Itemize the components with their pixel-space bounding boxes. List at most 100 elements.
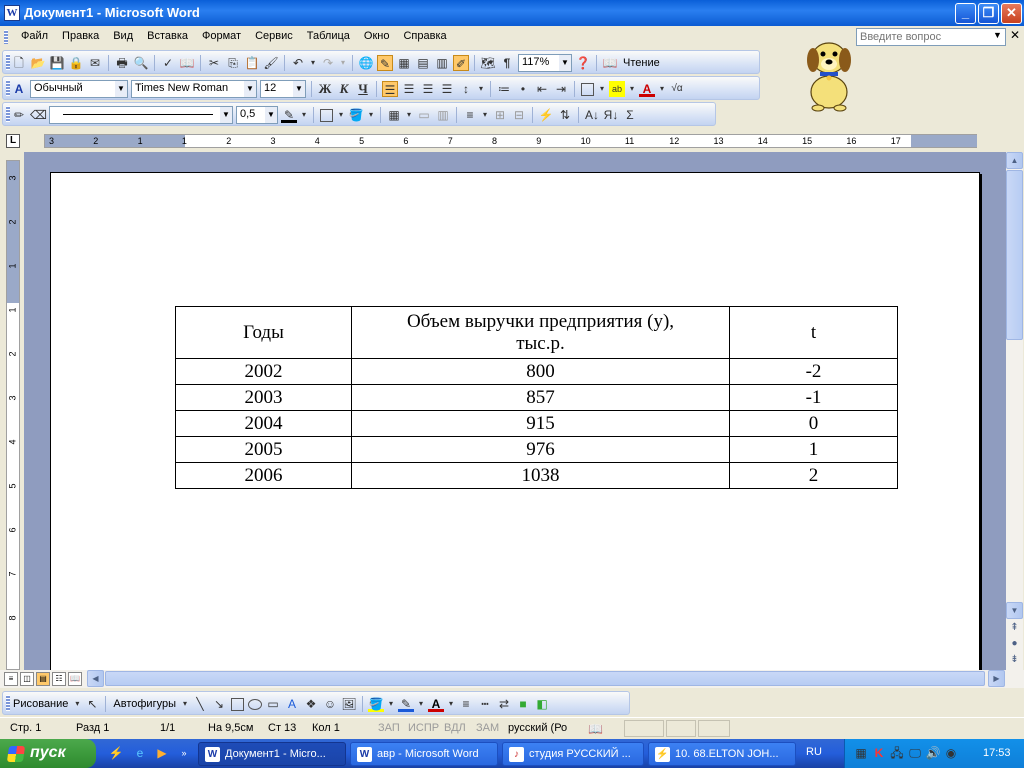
chevron-down-icon[interactable]: ▼ — [115, 81, 127, 97]
cut-icon[interactable]: ✂ — [206, 55, 222, 71]
line-spacing-dropdown-icon[interactable]: ▾ — [477, 81, 485, 97]
open-icon[interactable]: 📂 — [30, 55, 46, 71]
chevron-down-icon[interactable]: ▼ — [244, 81, 256, 97]
redo-icon[interactable]: ↷ — [320, 55, 336, 71]
draw-menu-dropdown-icon[interactable]: ▾ — [73, 696, 81, 712]
menu-item[interactable]: Правка — [55, 30, 106, 42]
spelling-icon[interactable]: ✓ — [160, 55, 176, 71]
bullets-icon[interactable]: • — [515, 81, 531, 97]
shading-icon[interactable]: 🪣 — [348, 107, 364, 123]
merge-cells-icon[interactable]: ▭ — [416, 107, 432, 123]
print-preview-icon[interactable]: 🔍 — [133, 55, 149, 71]
tray-kaspersky-icon[interactable]: K — [871, 745, 887, 761]
reading-icon[interactable]: 📖 — [602, 55, 618, 71]
next-page-icon[interactable]: ⇟ — [1006, 652, 1023, 669]
distribute-columns-icon[interactable]: ⊟ — [511, 107, 527, 123]
close-document-icon[interactable]: ✕ — [1010, 28, 1020, 42]
format-painter-icon[interactable]: 🖌 — [263, 55, 279, 71]
menu-item[interactable]: Справка — [396, 30, 453, 42]
insert-table-icon[interactable]: ▦ — [396, 55, 412, 71]
header-cell-t[interactable]: t — [729, 306, 898, 359]
outside-border-icon[interactable] — [320, 108, 333, 122]
internet-explorer-icon[interactable]: e — [132, 745, 148, 761]
menu-item[interactable]: Вид — [106, 30, 140, 42]
status-overtype[interactable]: ЗАМ — [476, 722, 499, 734]
autoshapes-dropdown-icon[interactable]: ▾ — [181, 696, 189, 712]
autosum-icon[interactable]: Σ — [622, 107, 638, 123]
print-layout-icon[interactable]: ▤ — [36, 672, 50, 686]
close-button[interactable]: ✕ — [1001, 3, 1022, 24]
table-cell[interactable]: 2002 — [175, 358, 352, 385]
start-button[interactable]: пуск — [0, 739, 96, 768]
clipart-icon[interactable]: ☺ — [322, 696, 338, 712]
document-map-icon[interactable]: 🗺 — [480, 55, 496, 71]
sort-descending-icon[interactable]: Я↓ — [603, 107, 619, 123]
tray-monitor-icon[interactable]: 🖵 — [907, 745, 923, 761]
styles-pane-icon[interactable]: A — [11, 81, 27, 97]
font-color-dropdown-icon[interactable]: ▾ — [658, 81, 666, 97]
border-color-dropdown-icon[interactable]: ▾ — [300, 107, 308, 123]
align-left-icon[interactable]: ☰ — [382, 81, 398, 97]
3d-style-icon[interactable]: ◧ — [534, 696, 550, 712]
drawing-icon[interactable]: ✐ — [453, 55, 469, 71]
horizontal-ruler[interactable]: 3 2 1 1 2 3 4 5 6 7 8 9 10 11 12 13 14 15 16 17 — [44, 134, 977, 148]
toolbar-grip[interactable] — [6, 106, 10, 122]
border-dropdown-icon[interactable]: ▾ — [598, 81, 606, 97]
select-objects-icon[interactable]: ↖ — [84, 696, 100, 712]
table-cell[interactable]: 1 — [729, 436, 898, 463]
insert-excel-icon[interactable]: ▤ — [415, 55, 431, 71]
toolbar-grip[interactable] — [6, 80, 10, 96]
save-icon[interactable]: 💾 — [49, 55, 65, 71]
italic-button[interactable]: К — [336, 81, 352, 97]
increase-indent-icon[interactable]: ⇥ — [553, 81, 569, 97]
fill-color-icon[interactable]: 🪣 — [368, 696, 384, 712]
shadow-style-icon[interactable]: ■ — [515, 696, 531, 712]
status-extend[interactable]: ВДЛ — [444, 722, 466, 734]
table-cell[interactable]: 2003 — [175, 384, 352, 411]
style-select[interactable]: Обычный ▼ — [30, 80, 128, 98]
pilcrow-icon[interactable]: ¶ — [499, 55, 515, 71]
help-question-input[interactable] — [856, 28, 1006, 46]
previous-page-icon[interactable]: ⇞ — [1006, 620, 1023, 637]
chevron-down-icon[interactable]: ▼ — [220, 107, 232, 123]
status-track-changes[interactable]: ИСПР — [408, 722, 439, 734]
tray-network-icon[interactable]: 🖧 — [889, 745, 905, 761]
arrow-style-icon[interactable]: ⇄ — [496, 696, 512, 712]
menu-item[interactable]: Окно — [357, 30, 397, 42]
diagram-icon[interactable]: ❖ — [303, 696, 319, 712]
table-cell[interactable]: 2 — [729, 462, 898, 489]
status-language[interactable]: русский (Ро — [508, 722, 567, 734]
oval-icon[interactable] — [248, 698, 262, 710]
task-document1[interactable]: W Документ1 - Micro... — [198, 742, 346, 766]
distribute-rows-icon[interactable]: ⊞ — [492, 107, 508, 123]
line-style-select[interactable]: ▼ — [49, 106, 233, 124]
split-cells-icon[interactable]: ▥ — [435, 107, 451, 123]
header-cell-revenue[interactable]: Объем выручки предприятия (у), тыс.р. — [351, 306, 730, 359]
insert-table-dropdown-icon[interactable]: ▾ — [405, 107, 413, 123]
table-cell[interactable]: -2 — [729, 358, 898, 385]
undo-dropdown-icon[interactable]: ▾ — [309, 55, 317, 71]
minimize-button[interactable]: _ — [955, 3, 976, 24]
browse-object-icon[interactable]: ● — [1006, 636, 1023, 653]
undo-icon[interactable]: ↶ — [290, 55, 306, 71]
spelling-status-icon[interactable]: 📖 — [588, 722, 603, 736]
language-indicator[interactable]: RU — [806, 746, 822, 758]
web-view-icon[interactable]: ◫ — [20, 672, 34, 686]
restore-button[interactable]: ❐ — [978, 3, 999, 24]
shading-dropdown-icon[interactable]: ▾ — [367, 107, 375, 123]
outline-view-icon[interactable]: ☷ — [52, 672, 66, 686]
line-color-dropdown-icon[interactable]: ▾ — [417, 696, 425, 712]
redo-dropdown-icon[interactable]: ▾ — [339, 55, 347, 71]
chevron-down-icon[interactable]: ▼ — [293, 81, 305, 97]
decrease-indent-icon[interactable]: ⇤ — [534, 81, 550, 97]
columns-icon[interactable]: ▥ — [434, 55, 450, 71]
menu-item[interactable]: Формат — [195, 30, 248, 42]
outside-border-dropdown-icon[interactable]: ▾ — [337, 107, 345, 123]
tray-volume-icon[interactable]: 🔊 — [925, 745, 941, 761]
zoom-select[interactable]: 117% ▼ — [518, 54, 572, 72]
table-cell[interactable]: 857 — [351, 384, 730, 411]
word-app-icon[interactable]: W — [4, 5, 20, 21]
toolbar-grip[interactable] — [6, 695, 10, 711]
scroll-up-button[interactable]: ▲ — [1006, 152, 1023, 169]
clock[interactable]: 17:53 — [983, 747, 1011, 759]
